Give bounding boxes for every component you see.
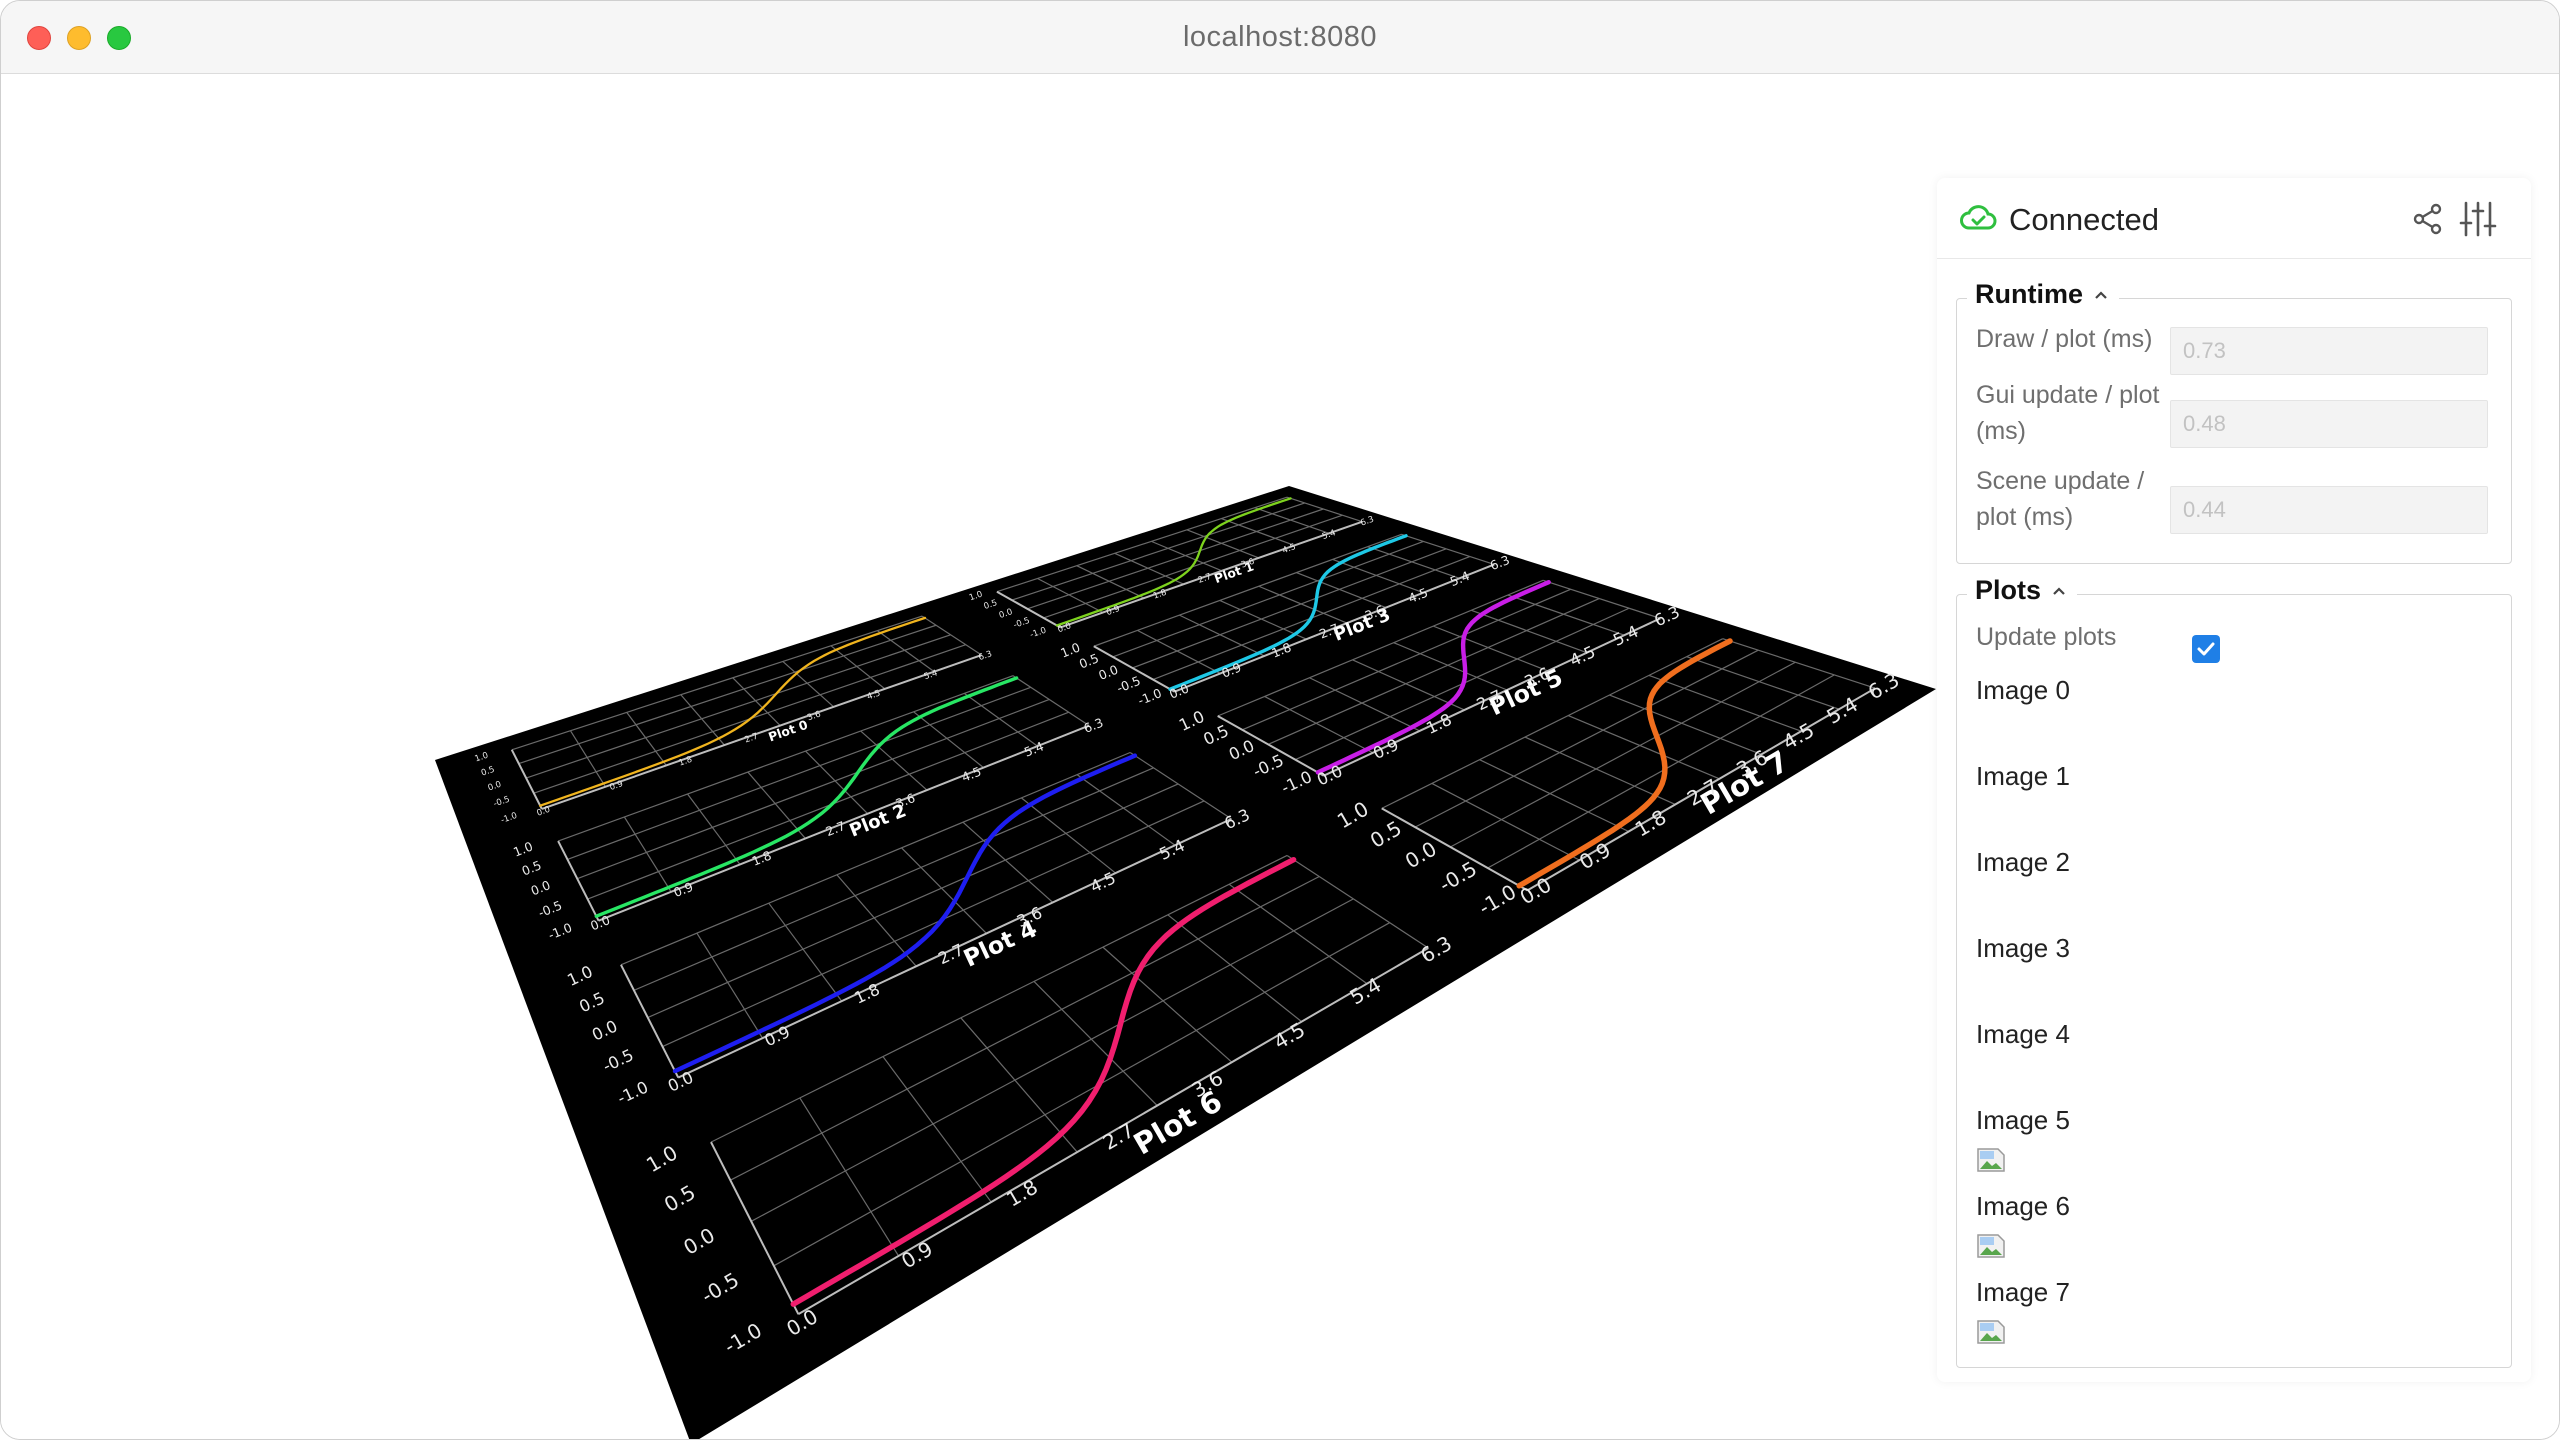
update-plots-label: Update plots xyxy=(1976,623,2117,651)
browser-window: localhost:8080 Plot 0 0.0 0.9 1.8 2.7 3.6 4.5 5… xyxy=(0,0,2560,1440)
share-icon[interactable] xyxy=(2411,202,2445,236)
runtime-folder: Runtime Draw / plot (ms) 0.73 Gui update… xyxy=(1956,279,2512,564)
chevron-up-icon xyxy=(2053,586,2065,595)
broken-image-icon xyxy=(1977,1148,2005,1172)
scene-update-per-plot-field[interactable]: 0.44 xyxy=(2170,486,2488,534)
window-title: localhost:8080 xyxy=(1182,21,1378,53)
runtime-label-gui: Gui update / plot (ms) xyxy=(1976,381,2160,445)
runtime-folder-toggle[interactable]: Runtime xyxy=(1967,279,2119,310)
plot-sheet xyxy=(435,486,1936,1439)
image-label-3: Image 3 xyxy=(1976,933,2070,963)
update-plots-checkbox[interactable] xyxy=(2192,635,2220,663)
chevron-up-icon xyxy=(2095,290,2107,299)
panel-header: Connected xyxy=(1937,178,2531,259)
image-label-2: Image 2 xyxy=(1976,847,2070,877)
broken-image-icon xyxy=(1977,1320,2005,1344)
plots-folder-toggle[interactable]: Plots xyxy=(1967,575,2078,606)
image-label-4: Image 4 xyxy=(1976,1019,2070,1049)
image-label-0: Image 0 xyxy=(1976,675,2070,705)
image-label-7: Image 7 xyxy=(1976,1277,2070,1307)
gui-update-per-plot-field[interactable]: 0.48 xyxy=(2170,400,2488,448)
runtime-label-scene: Scene update / plot (ms) xyxy=(1976,467,2145,531)
runtime-label-draw: Draw / plot (ms) xyxy=(1976,325,2153,353)
plots-folder-title: Plots xyxy=(1975,575,2042,605)
broken-image-icon xyxy=(1977,1234,2005,1258)
webgl-viewport[interactable]: Plot 0 0.0 0.9 1.8 2.7 3.6 4.5 5.4 6.3 1.0 0.5 0.0-… xyxy=(1,74,2559,1439)
cloud-sync-icon xyxy=(1960,205,1997,230)
draw-per-plot-field[interactable]: 0.73 xyxy=(2170,327,2488,375)
plots-folder: Plots Update plots Image 0 Image 1 Image… xyxy=(1956,575,2512,1368)
title-bar: localhost:8080 xyxy=(1,1,2559,74)
checkmark-icon xyxy=(2197,642,2215,656)
image-label-1: Image 1 xyxy=(1976,761,2070,791)
runtime-folder-title: Runtime xyxy=(1975,279,2083,309)
sliders-icon[interactable] xyxy=(2459,200,2497,238)
image-label-5: Image 5 xyxy=(1976,1105,2070,1135)
image-label-6: Image 6 xyxy=(1976,1191,2070,1221)
control-panel: Connected Runtime Draw / plot (ms) 0.73 … xyxy=(1937,178,2531,1382)
connection-status: Connected xyxy=(2009,202,2159,237)
